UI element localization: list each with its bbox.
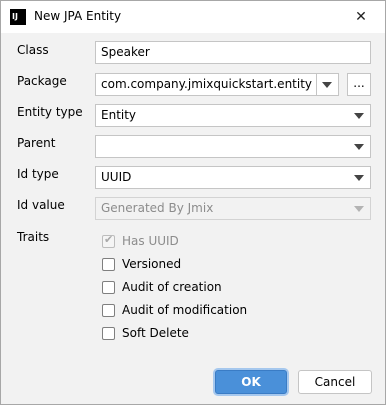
browse-package-button[interactable]: ...: [347, 73, 371, 96]
dialog-title: New JPA Entity: [34, 9, 122, 23]
traits-label: Traits: [17, 230, 50, 244]
checkbox: ✔: [102, 233, 115, 248]
parent-select[interactable]: [95, 135, 371, 158]
parent-label: Parent: [17, 136, 56, 150]
checkbox[interactable]: [102, 281, 115, 294]
package-value: com.company.jmixquickstart.entity: [101, 77, 313, 91]
close-button[interactable]: ✕: [349, 5, 373, 29]
chevron-down-icon: [354, 113, 364, 119]
class-label: Class: [17, 43, 49, 57]
id-value-select: Generated By Jmix: [95, 197, 371, 220]
id-type-value: UUID: [101, 170, 132, 184]
checkbox[interactable]: [102, 258, 115, 271]
ok-button[interactable]: OK: [215, 370, 287, 394]
id-type-label: Id type: [17, 167, 59, 181]
checkmark-icon: ✔: [104, 233, 114, 246]
checkbox-label: Has UUID: [122, 234, 179, 248]
checkbox[interactable]: [102, 304, 115, 317]
class-input[interactable]: Speaker: [95, 41, 371, 64]
chevron-down-icon: [354, 206, 364, 212]
cancel-button[interactable]: Cancel: [298, 370, 372, 394]
id-value-label: Id value: [17, 198, 65, 212]
checkbox-label[interactable]: Audit of modification: [122, 303, 247, 317]
chevron-down-icon: [354, 144, 364, 150]
package-combo[interactable]: com.company.jmixquickstart.entity: [95, 73, 339, 96]
checkbox-label[interactable]: Audit of creation: [122, 280, 222, 294]
entity-type-value: Entity: [101, 108, 137, 122]
checkbox[interactable]: [102, 327, 115, 340]
checkbox-label[interactable]: Soft Delete: [122, 326, 189, 340]
entity-type-label: Entity type: [17, 105, 83, 119]
intellij-icon: IJ: [10, 9, 26, 25]
chevron-down-icon: [354, 175, 364, 181]
id-value-value: Generated By Jmix: [101, 201, 214, 215]
checkbox-label[interactable]: Versioned: [122, 257, 181, 271]
dialog-window: IJ New JPA Entity ✕ Class Speaker Packag…: [0, 0, 386, 405]
chevron-down-icon[interactable]: [322, 82, 332, 88]
package-label: Package: [17, 74, 67, 88]
entity-type-select[interactable]: Entity: [95, 104, 371, 127]
title-bar: IJ New JPA Entity ✕: [1, 1, 385, 33]
id-type-select[interactable]: UUID: [95, 166, 371, 189]
combo-divider: [316, 74, 317, 95]
